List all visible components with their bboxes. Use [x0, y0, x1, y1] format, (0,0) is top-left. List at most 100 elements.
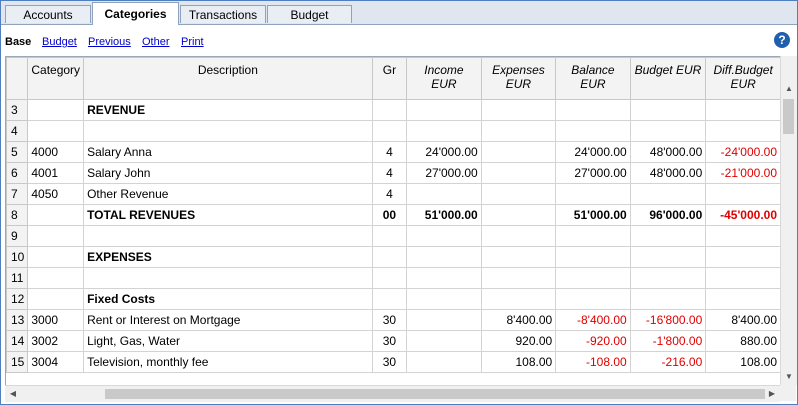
diff-budget-cell[interactable]: 8'400.00 — [705, 309, 781, 331]
description-cell[interactable] — [83, 267, 373, 289]
table-row[interactable]: 12 Fixed Costs — [6, 288, 781, 310]
tab-accounts[interactable]: Accounts — [5, 5, 91, 23]
balance-cell[interactable] — [555, 183, 631, 205]
expenses-cell[interactable] — [480, 288, 557, 310]
budget-cell[interactable] — [629, 288, 707, 310]
gr-cell[interactable] — [371, 288, 408, 310]
expenses-cell[interactable] — [480, 204, 557, 226]
expenses-cell[interactable]: 108.00 — [480, 351, 557, 373]
vertical-scrollbar[interactable]: ▲ ▼ — [780, 81, 797, 385]
description-cell[interactable]: Other Revenue — [83, 183, 373, 205]
header-gr[interactable]: Gr — [371, 57, 408, 100]
budget-cell[interactable] — [629, 267, 707, 289]
diff-budget-cell[interactable]: -24'000.00 — [705, 141, 781, 163]
expenses-cell[interactable] — [480, 162, 557, 184]
income-cell[interactable]: 24'000.00 — [406, 141, 482, 163]
description-cell[interactable]: Salary Anna — [83, 141, 373, 163]
expenses-cell[interactable] — [480, 246, 557, 268]
gr-cell[interactable]: 30 — [371, 330, 408, 352]
horizontal-scroll-thumb[interactable] — [105, 389, 765, 399]
balance-cell[interactable]: 51'000.00 — [555, 204, 631, 226]
diff-budget-cell[interactable]: 108.00 — [705, 351, 781, 373]
budget-cell[interactable]: -16'800.00 — [629, 309, 707, 331]
gr-cell[interactable] — [371, 120, 408, 142]
expenses-cell[interactable] — [480, 225, 557, 247]
balance-cell[interactable] — [555, 288, 631, 310]
expenses-cell[interactable]: 8'400.00 — [480, 309, 557, 331]
diff-budget-cell[interactable] — [705, 288, 781, 310]
scroll-down-icon[interactable]: ▼ — [781, 371, 797, 383]
income-cell[interactable] — [406, 351, 482, 373]
header-budget[interactable]: Budget EUR — [629, 57, 707, 100]
description-cell[interactable]: TOTAL REVENUES — [83, 204, 373, 226]
category-cell[interactable]: 3002 — [27, 330, 85, 352]
category-cell[interactable]: 3000 — [27, 309, 85, 331]
tab-budget[interactable]: Budget — [267, 5, 352, 23]
balance-cell[interactable]: -8'400.00 — [555, 309, 631, 331]
balance-cell[interactable] — [555, 246, 631, 268]
view-previous-link[interactable]: Previous — [88, 36, 131, 48]
diff-budget-cell[interactable] — [705, 246, 781, 268]
diff-budget-cell[interactable] — [705, 267, 781, 289]
income-cell[interactable]: 27'000.00 — [406, 162, 482, 184]
category-cell[interactable] — [27, 99, 85, 121]
income-cell[interactable] — [406, 330, 482, 352]
category-cell[interactable] — [27, 204, 85, 226]
budget-cell[interactable]: -216.00 — [629, 351, 707, 373]
header-diff-budget[interactable]: Diff.Budget EUR — [705, 57, 781, 100]
expenses-cell[interactable] — [480, 141, 557, 163]
balance-cell[interactable] — [555, 267, 631, 289]
diff-budget-cell[interactable]: -45'000.00 — [705, 204, 781, 226]
category-cell[interactable] — [27, 267, 85, 289]
header-income[interactable]: Income EUR — [406, 57, 482, 100]
table-row[interactable]: 14 3002 Light, Gas, Water 30 920.00 -920.00 -1… — [6, 330, 781, 352]
vertical-scroll-thumb[interactable] — [783, 99, 794, 134]
diff-budget-cell[interactable]: 880.00 — [705, 330, 781, 352]
table-row[interactable]: 6 4001 Salary John 4 27'000.00 27'000.00 48'00… — [6, 162, 781, 184]
table-row[interactable]: 11 — [6, 267, 781, 289]
income-cell[interactable]: 51'000.00 — [406, 204, 482, 226]
income-cell[interactable] — [406, 99, 482, 121]
expenses-cell[interactable] — [480, 120, 557, 142]
category-cell[interactable]: 4001 — [27, 162, 85, 184]
view-budget-link[interactable]: Budget — [42, 36, 77, 48]
description-cell[interactable]: Salary John — [83, 162, 373, 184]
category-cell[interactable]: 3004 — [27, 351, 85, 373]
budget-cell[interactable] — [629, 99, 707, 121]
gr-cell[interactable] — [371, 267, 408, 289]
diff-budget-cell[interactable] — [705, 120, 781, 142]
table-row[interactable]: 3 REVENUE — [6, 99, 781, 121]
table-row[interactable]: 13 3000 Rent or Interest on Mortgage 30 8'40… — [6, 309, 781, 331]
gr-cell[interactable] — [371, 246, 408, 268]
tab-categories[interactable]: Categories — [92, 2, 179, 25]
budget-cell[interactable] — [629, 120, 707, 142]
view-base[interactable]: Base — [5, 36, 31, 48]
header-expenses[interactable]: Expenses EUR — [480, 57, 557, 100]
gr-cell[interactable]: 4 — [371, 141, 408, 163]
income-cell[interactable] — [406, 267, 482, 289]
table-row[interactable]: 4 — [6, 120, 781, 142]
gr-cell[interactable]: 4 — [371, 183, 408, 205]
balance-cell[interactable] — [555, 99, 631, 121]
scroll-left-icon[interactable]: ◀ — [5, 388, 21, 400]
category-cell[interactable] — [27, 288, 85, 310]
balance-cell[interactable]: 27'000.00 — [555, 162, 631, 184]
diff-budget-cell[interactable] — [705, 99, 781, 121]
gr-cell[interactable] — [371, 99, 408, 121]
description-cell[interactable]: Fixed Costs — [83, 288, 373, 310]
horizontal-scrollbar[interactable]: ◀ ▶ — [5, 385, 780, 402]
income-cell[interactable] — [406, 288, 482, 310]
budget-cell[interactable] — [629, 246, 707, 268]
income-cell[interactable] — [406, 183, 482, 205]
expenses-cell[interactable]: 920.00 — [480, 330, 557, 352]
category-cell[interactable]: 4000 — [27, 141, 85, 163]
category-cell[interactable] — [27, 246, 85, 268]
income-cell[interactable] — [406, 120, 482, 142]
balance-cell[interactable]: -920.00 — [555, 330, 631, 352]
income-cell[interactable] — [406, 225, 482, 247]
expenses-cell[interactable] — [480, 183, 557, 205]
table-row[interactable]: 7 4050 Other Revenue 4 — [6, 183, 781, 205]
gr-cell[interactable]: 30 — [371, 309, 408, 331]
income-cell[interactable] — [406, 246, 482, 268]
gr-cell[interactable] — [371, 225, 408, 247]
